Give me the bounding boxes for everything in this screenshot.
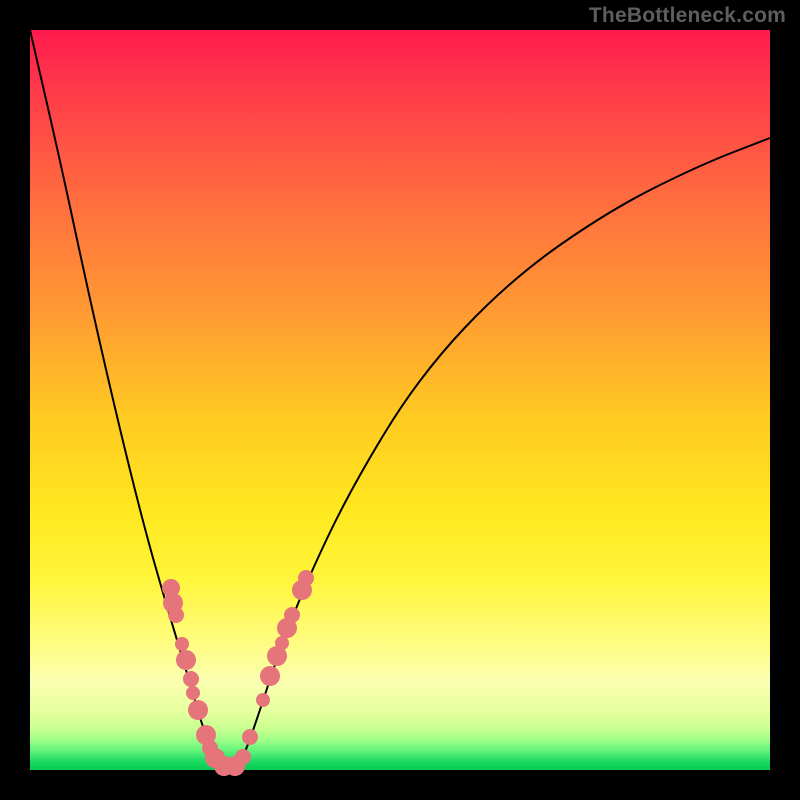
bead-marker <box>175 637 189 651</box>
bead-group <box>162 570 314 776</box>
bead-marker <box>188 700 208 720</box>
watermark-text: TheBottleneck.com <box>589 4 786 28</box>
plot-area <box>30 30 770 770</box>
bead-marker <box>242 729 258 745</box>
bead-marker <box>183 671 199 687</box>
bead-marker <box>235 749 251 765</box>
curves-svg <box>30 30 770 770</box>
bead-marker <box>176 650 196 670</box>
bead-marker <box>284 607 300 623</box>
bead-marker <box>186 686 200 700</box>
bead-marker <box>256 693 270 707</box>
right-curve <box>238 138 770 768</box>
bead-marker <box>298 570 314 586</box>
bead-marker <box>168 607 184 623</box>
bead-marker <box>275 636 289 650</box>
chart-frame: TheBottleneck.com <box>0 0 800 800</box>
bead-marker <box>260 666 280 686</box>
